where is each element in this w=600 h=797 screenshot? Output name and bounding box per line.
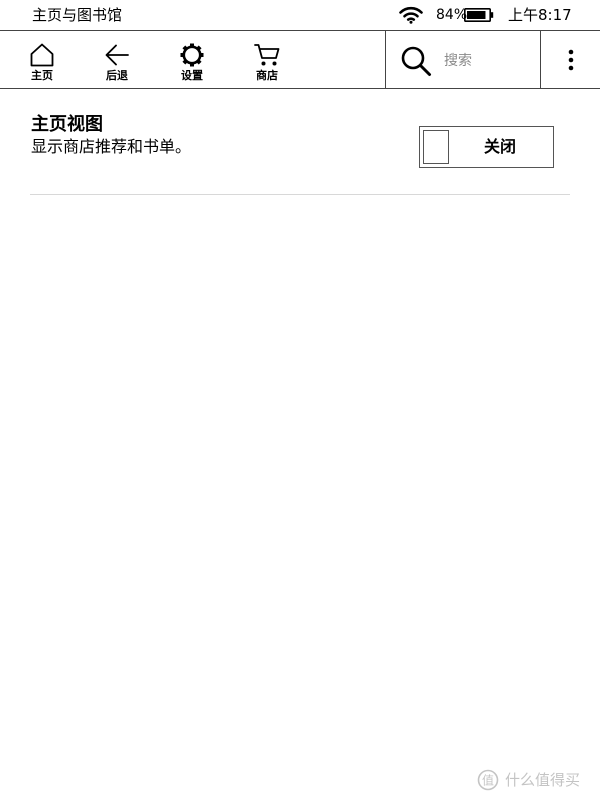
store-label: 商店 bbox=[256, 69, 278, 82]
gear-icon bbox=[180, 43, 204, 67]
back-arrow-icon bbox=[105, 44, 129, 66]
search-input[interactable] bbox=[444, 50, 534, 72]
search-area[interactable] bbox=[385, 31, 541, 89]
home-label: 主页 bbox=[31, 69, 53, 82]
clock: 上午8:17 bbox=[508, 6, 572, 24]
store-button[interactable]: 商店 bbox=[235, 31, 299, 89]
toggle-knob bbox=[423, 130, 449, 164]
home-button[interactable]: 主页 bbox=[10, 31, 74, 89]
status-bar: 主页与图书馆 84% 上午8:17 bbox=[0, 0, 600, 30]
toggle-label: 关闭 bbox=[484, 137, 517, 156]
status-title: 主页与图书馆 bbox=[32, 6, 123, 24]
settings-button[interactable]: 设置 bbox=[160, 31, 224, 89]
toolbar: 主页 后退 设置 商店 bbox=[0, 30, 600, 89]
settings-label: 设置 bbox=[181, 69, 203, 82]
battery-icon bbox=[464, 8, 494, 22]
back-label: 后退 bbox=[106, 69, 128, 82]
cart-icon bbox=[254, 44, 280, 66]
battery-percent: 84% bbox=[436, 7, 468, 23]
watermark-text: 什么值得买 bbox=[505, 771, 581, 789]
svg-text:值: 值 bbox=[482, 773, 494, 788]
home-view-toggle[interactable]: 关闭 bbox=[419, 126, 554, 168]
setting-description: 显示商店推荐和书单。 bbox=[31, 137, 192, 156]
watermark: 值 什么值得买 bbox=[477, 769, 580, 791]
watermark-logo-icon: 值 bbox=[477, 769, 499, 791]
divider bbox=[30, 194, 570, 195]
more-menu-button[interactable] bbox=[541, 31, 600, 89]
more-vertical-icon bbox=[568, 49, 574, 71]
search-icon bbox=[401, 46, 431, 76]
back-button[interactable]: 后退 bbox=[85, 31, 149, 89]
home-icon bbox=[30, 43, 54, 67]
setting-title: 主页视图 bbox=[31, 114, 103, 135]
wifi-icon bbox=[399, 6, 423, 24]
